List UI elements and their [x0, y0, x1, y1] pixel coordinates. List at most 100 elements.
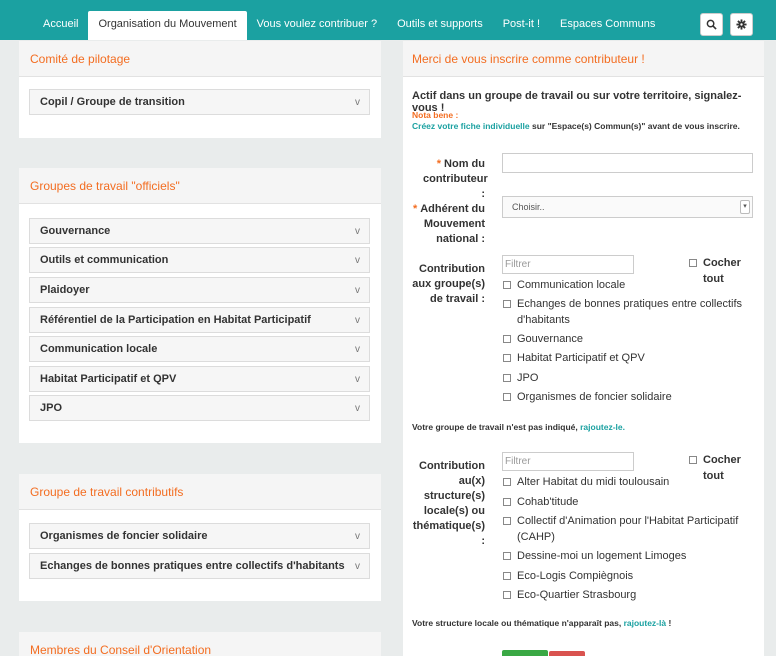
panel-copil-title: Comité de pilotage: [19, 41, 381, 77]
adherent-select-value: Choisir..: [512, 202, 545, 212]
structures-filter-placeholder: Filtrer: [505, 456, 531, 467]
checkbox[interactable]: [503, 354, 511, 362]
accordion-label: JPO: [40, 402, 63, 414]
adherent-select[interactable]: Choisir.. ▾: [502, 196, 753, 218]
contributor-form: Merci de vous inscrire comme contributeu…: [403, 41, 764, 656]
search-icon: [706, 19, 717, 30]
panel-conseil: Membres du Conseil d'Orientation: [19, 632, 381, 656]
checkbox[interactable]: [689, 259, 697, 267]
submit-button[interactable]: [502, 650, 548, 656]
accordion-outils[interactable]: Outils et communication v: [29, 247, 370, 273]
checkbox[interactable]: [503, 300, 511, 308]
checkbox[interactable]: [503, 517, 511, 525]
required-mark: *: [436, 158, 442, 170]
groups-filter-placeholder: Filtrer: [505, 259, 531, 270]
tab-espaces[interactable]: Espaces Communs: [550, 11, 665, 40]
form-intro: Actif dans un groupe de travail ou sur v…: [412, 90, 742, 114]
structure-option[interactable]: Collectif d'Animation pour l'Habitat Par…: [503, 513, 753, 545]
gear-icon: [736, 19, 747, 30]
checkbox[interactable]: [503, 591, 511, 599]
panel-officiels: Groupes de travail "officiels" Gouvernan…: [19, 168, 381, 443]
accordion-copil[interactable]: Copil / Groupe de transition v: [29, 89, 370, 115]
accordion-communication-locale[interactable]: Communication locale v: [29, 336, 370, 362]
chevron-down-icon: v: [355, 344, 360, 355]
adherent-label: * Adhérent du Mouvement national :: [412, 203, 485, 245]
checkbox[interactable]: [689, 456, 697, 464]
tab-postit[interactable]: Post-it !: [493, 11, 550, 40]
tab-outils[interactable]: Outils et supports: [387, 11, 493, 40]
accordion-gouvernance[interactable]: Gouvernance v: [29, 218, 370, 244]
accordion-qpv[interactable]: Habitat Participatif et QPV v: [29, 366, 370, 392]
top-nav: Accueil Organisation du Mouvement Vous v…: [0, 0, 776, 40]
group-option[interactable]: Communication locale: [503, 277, 625, 293]
add-group-link[interactable]: rajoutez-le.: [580, 422, 625, 432]
checkbox[interactable]: [503, 374, 511, 382]
accordion-label: Organismes de foncier solidaire: [40, 530, 208, 542]
structures-missing-text: Votre structure locale ou thématique n'a…: [412, 618, 672, 628]
nota-link[interactable]: Créez votre fiche individuelle: [412, 121, 530, 131]
panel-conseil-title: Membres du Conseil d'Orientation: [19, 632, 381, 656]
accordion-echanges[interactable]: Echanges de bonnes pratiques entre colle…: [29, 553, 370, 579]
checkbox[interactable]: [503, 335, 511, 343]
structures-check-all[interactable]: Cocher tout: [689, 452, 764, 484]
structure-option[interactable]: Alter Habitat du midi toulousain: [503, 474, 669, 490]
add-structure-link[interactable]: rajoutez-là: [624, 618, 667, 628]
checkbox[interactable]: [503, 498, 511, 506]
tab-organisation[interactable]: Organisation du Mouvement: [88, 11, 247, 40]
group-option[interactable]: Organismes de foncier solidaire: [503, 389, 672, 405]
search-button[interactable]: [700, 13, 723, 36]
groups-check-all[interactable]: Cocher tout: [689, 255, 764, 287]
nota-text: Créez votre fiche individuelle sur "Espa…: [412, 121, 740, 131]
form-title: Merci de vous inscrire comme contributeu…: [403, 41, 764, 77]
nav-tabs: Accueil Organisation du Mouvement Vous v…: [33, 11, 665, 40]
accordion-label: Plaidoyer: [40, 284, 90, 296]
structures-label: Contribution au(x) structure(s) locale(s…: [412, 460, 485, 547]
accordion-label: Communication locale: [40, 343, 158, 355]
accordion-foncier[interactable]: Organismes de foncier solidaire v: [29, 523, 370, 549]
accordion-jpo[interactable]: JPO v: [29, 395, 370, 421]
required-mark: *: [412, 203, 418, 215]
group-option[interactable]: Echanges de bonnes pratiques entre colle…: [503, 296, 753, 328]
accordion-label: Echanges de bonnes pratiques entre colle…: [40, 560, 345, 572]
structure-option[interactable]: Cohab'titude: [503, 494, 578, 510]
groups-missing-text: Votre groupe de travail n'est pas indiqu…: [412, 422, 625, 432]
tab-contribuer[interactable]: Vous voulez contribuer ?: [247, 11, 387, 40]
checkbox[interactable]: [503, 572, 511, 580]
structure-option[interactable]: Eco-Quartier Strasbourg: [503, 587, 636, 603]
structure-option[interactable]: Dessine-moi un logement Limoges: [503, 548, 686, 564]
checkbox[interactable]: [503, 478, 511, 486]
accordion-referentiel[interactable]: Référentiel de la Participation en Habit…: [29, 307, 370, 333]
groups-label: Contribution aux groupe(s) de travail :: [412, 263, 485, 305]
panel-copil: Comité de pilotage Copil / Groupe de tra…: [19, 41, 381, 138]
panel-contributifs-title: Groupe de travail contributifs: [19, 474, 381, 510]
chevron-down-icon: v: [355, 255, 360, 266]
accordion-plaidoyer[interactable]: Plaidoyer v: [29, 277, 370, 303]
chevron-down-icon: v: [355, 374, 360, 385]
tab-accueil[interactable]: Accueil: [33, 11, 88, 40]
group-option[interactable]: Gouvernance: [503, 331, 583, 347]
panel-contributifs: Groupe de travail contributifs Organisme…: [19, 474, 381, 601]
checkbox[interactable]: [503, 281, 511, 289]
nota-label: Nota bene :: [412, 110, 459, 120]
group-option[interactable]: JPO: [503, 370, 538, 386]
chevron-down-icon: v: [355, 97, 360, 108]
groups-filter-input[interactable]: Filtrer: [502, 255, 634, 274]
name-input[interactable]: [502, 153, 753, 173]
structures-filter-input[interactable]: Filtrer: [502, 452, 634, 471]
structure-option[interactable]: Eco-Logis Compiègnois: [503, 568, 633, 584]
panel-officiels-title: Groupes de travail "officiels": [19, 168, 381, 204]
chevron-down-icon: v: [355, 403, 360, 414]
settings-button[interactable]: [730, 13, 753, 36]
checkbox[interactable]: [503, 552, 511, 560]
accordion-label: Gouvernance: [40, 225, 111, 237]
accordion-label: Habitat Participatif et QPV: [40, 373, 177, 385]
name-label: * Nom du contributeur :: [423, 158, 488, 200]
chevron-down-icon: v: [355, 226, 360, 237]
chevron-down-icon: ▾: [740, 200, 750, 214]
chevron-down-icon: v: [355, 561, 360, 572]
checkbox[interactable]: [503, 393, 511, 401]
chevron-down-icon: v: [355, 285, 360, 296]
chevron-down-icon: v: [355, 315, 360, 326]
cancel-button[interactable]: [549, 651, 585, 656]
group-option[interactable]: Habitat Participatif et QPV: [503, 350, 645, 366]
